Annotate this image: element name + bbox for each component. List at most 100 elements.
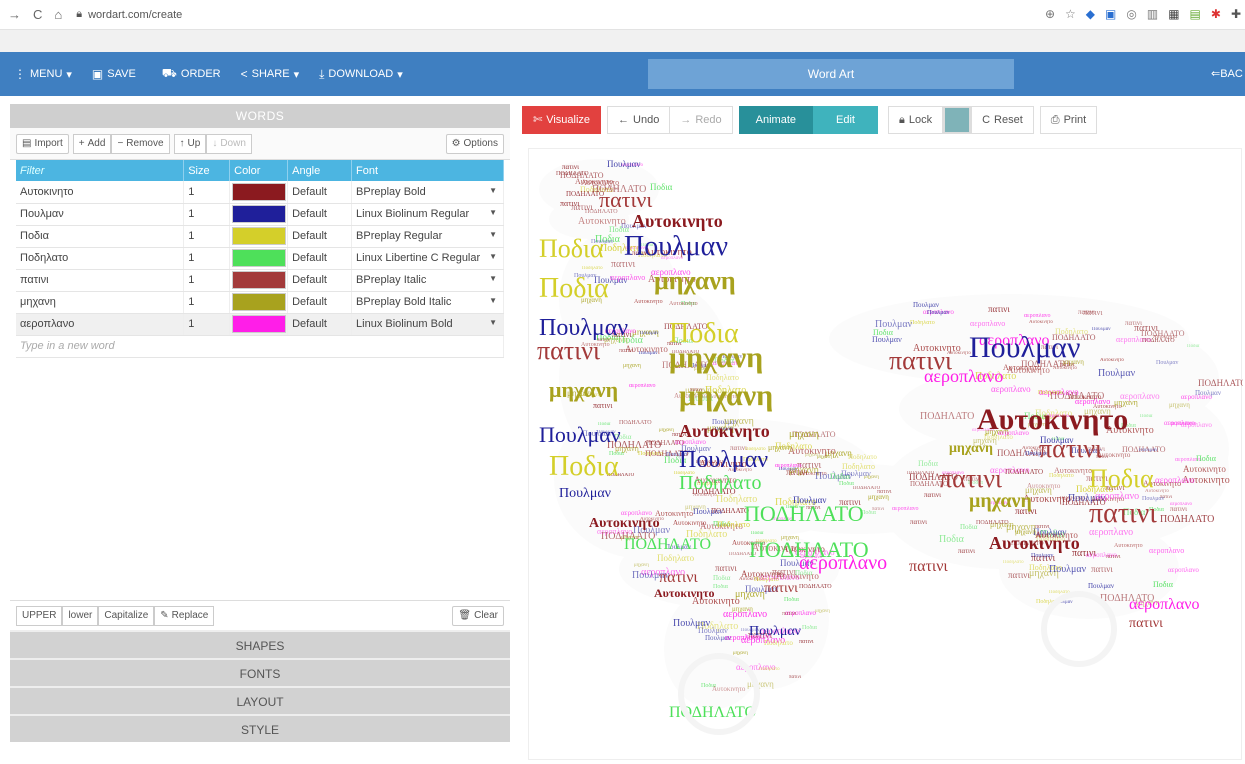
import-button[interactable]: ▤ Import [16,133,69,154]
word-art-canvas[interactable]: πατινι Ποδια ΠΟΔΗΛΑΤΟ Ποδηλατο Ποδια μηχανη ΠΟ… [528,148,1245,760]
words-section-header[interactable]: WORDS [10,104,510,128]
font-cell[interactable]: ▼ BPreplay Regular [351,225,504,248]
menu-button[interactable]: ⋮ MENU ▾ [14,67,72,81]
color-swatch[interactable] [232,227,287,245]
wordart-title-field[interactable]: Word Art [648,59,1014,89]
replace-button[interactable]: ✎ Replace [154,605,215,626]
lowercase-button[interactable]: lower [62,605,99,626]
column-header-size[interactable]: Size [183,160,231,181]
font-cell[interactable]: ▼ Linux Libertine C Regular [351,247,504,270]
clear-button[interactable]: 🗑︎ Clear [452,605,504,626]
word-cell[interactable]: πατινι [16,269,185,292]
color-swatch[interactable] [232,271,287,289]
extension-icon[interactable]: ✱ [1211,7,1221,21]
style-section[interactable]: STYLE [10,714,510,742]
address-bar[interactable]: 🔒︎ wordart.com/create [76,8,182,21]
uppercase-button[interactable]: UPPER [16,605,63,626]
star-icon[interactable]: ☆ [1065,7,1076,21]
word-cell[interactable]: Αυτοκινητο [16,181,185,204]
color-swatch[interactable] [232,205,287,223]
table-row[interactable]: μηχανη 1 Default ▼ BPreplay Bold Italic [16,291,504,314]
color-cell[interactable] [229,181,289,204]
extension-icon[interactable]: ▥ [1147,7,1158,21]
angle-cell[interactable]: Default [287,313,353,336]
remove-button[interactable]: − Remove [111,133,170,154]
new-word-row[interactable]: Type in a new word [16,335,504,358]
shapes-section[interactable]: SHAPES [10,630,510,658]
size-cell[interactable]: 1 [183,313,231,336]
size-cell[interactable]: 1 [183,203,231,226]
color-swatch[interactable] [232,249,287,267]
word-cell[interactable]: Ποδηλατο [16,247,185,270]
extension-icon[interactable]: ▤ [1190,7,1201,21]
extension-icon[interactable]: ▣ [1105,7,1116,21]
add-button[interactable]: + Add [72,133,112,154]
table-row[interactable]: Αυτοκινητο 1 Default ▼ BPreplay Bold [16,181,504,204]
fonts-section[interactable]: FONTS [10,658,510,686]
puzzle-icon[interactable]: ✚ [1231,7,1241,21]
color-swatch[interactable] [232,182,287,201]
size-cell[interactable]: 1 [183,181,231,204]
color-cell[interactable] [229,269,289,292]
capitalize-button[interactable]: Capitalize [98,605,155,626]
font-cell[interactable]: ▼ BPreplay Bold Italic [351,291,504,314]
options-button[interactable]: ⚙ Options [445,133,504,154]
save-button[interactable]: ▣ SAVE [92,67,136,81]
color-swatch[interactable] [232,315,287,333]
redo-button[interactable]: → Redo [669,106,733,134]
font-cell[interactable]: ▼ BPreplay Italic [351,269,504,292]
font-cell[interactable]: ▼ Linux Biolinum Bold [351,313,504,336]
edit-button[interactable]: Edit [813,106,878,134]
filter-input[interactable]: Filter [16,160,185,181]
color-cell[interactable] [229,247,289,270]
column-header-angle[interactable]: Angle [287,160,353,181]
table-row[interactable]: αεροπλανο 1 Default ▼ Linux Biolinum Bold [16,313,504,336]
order-button[interactable]: ⛟ ORDER [162,66,221,82]
angle-cell[interactable]: Default [287,269,353,292]
up-button[interactable]: ↑ Up [173,133,207,154]
color-cell[interactable] [229,291,289,314]
angle-cell[interactable]: Default [287,291,353,314]
color-cell[interactable] [229,225,289,248]
word-cell[interactable]: αεροπλανο [16,313,185,336]
forward-icon[interactable]: → [8,7,21,22]
reset-button[interactable]: C Reset [971,106,1034,134]
table-row[interactable]: Ποδηλατο 1 Default ▼ Linux Libertine C Regul… [16,247,504,270]
size-cell[interactable]: 1 [183,225,231,248]
size-cell[interactable]: 1 [183,269,231,292]
table-row[interactable]: πατινι 1 Default ▼ BPreplay Italic [16,269,504,292]
back-button[interactable]: ⇐BAC [1211,52,1245,96]
column-header-font[interactable]: Font [351,160,504,181]
extension-icon[interactable]: ◆ [1086,7,1095,21]
down-button[interactable]: ↓ Down [206,133,252,154]
size-cell[interactable]: 1 [183,247,231,270]
angle-cell[interactable]: Default [287,181,353,204]
download-button[interactable]: ⤓ DOWNLOAD ▾ [319,67,403,82]
layout-section[interactable]: LAYOUT [10,686,510,714]
print-button[interactable]: ⎙ Print [1039,106,1098,134]
font-cell[interactable]: ▼ Linux Biolinum Regular [351,203,504,226]
word-cell[interactable]: Πουλμαν [16,203,185,226]
undo-button[interactable]: ← Undo [607,106,670,134]
column-header-color[interactable]: Color [229,160,289,181]
size-cell[interactable]: 1 [183,291,231,314]
new-word-input[interactable]: Type in a new word [16,335,504,358]
angle-cell[interactable]: Default [287,247,353,270]
reload-icon[interactable]: C [33,7,42,22]
share-button[interactable]: < SHARE ▾ [241,67,299,81]
color-cell[interactable] [229,313,289,336]
table-row[interactable]: Πουλμαν 1 Default ▼ Linux Biolinum Regular [16,203,504,226]
visualize-button[interactable]: ✄ Visualize [522,106,602,134]
animate-button[interactable]: Animate [738,106,813,134]
color-swatch[interactable] [232,293,287,311]
lock-button[interactable]: 🔒︎ Lock [887,106,944,134]
table-row[interactable]: Ποδια 1 Default ▼ BPreplay Regular [16,225,504,248]
word-cell[interactable]: μηχανη [16,291,185,314]
extension-icon[interactable]: ◎ [1126,7,1136,21]
color-swatch-button[interactable] [943,106,972,134]
angle-cell[interactable]: Default [287,225,353,248]
zoom-icon[interactable]: ⊕ [1045,7,1055,21]
extension-icon[interactable]: ▦ [1168,7,1179,21]
font-cell[interactable]: ▼ BPreplay Bold [351,181,504,204]
word-cell[interactable]: Ποδια [16,225,185,248]
